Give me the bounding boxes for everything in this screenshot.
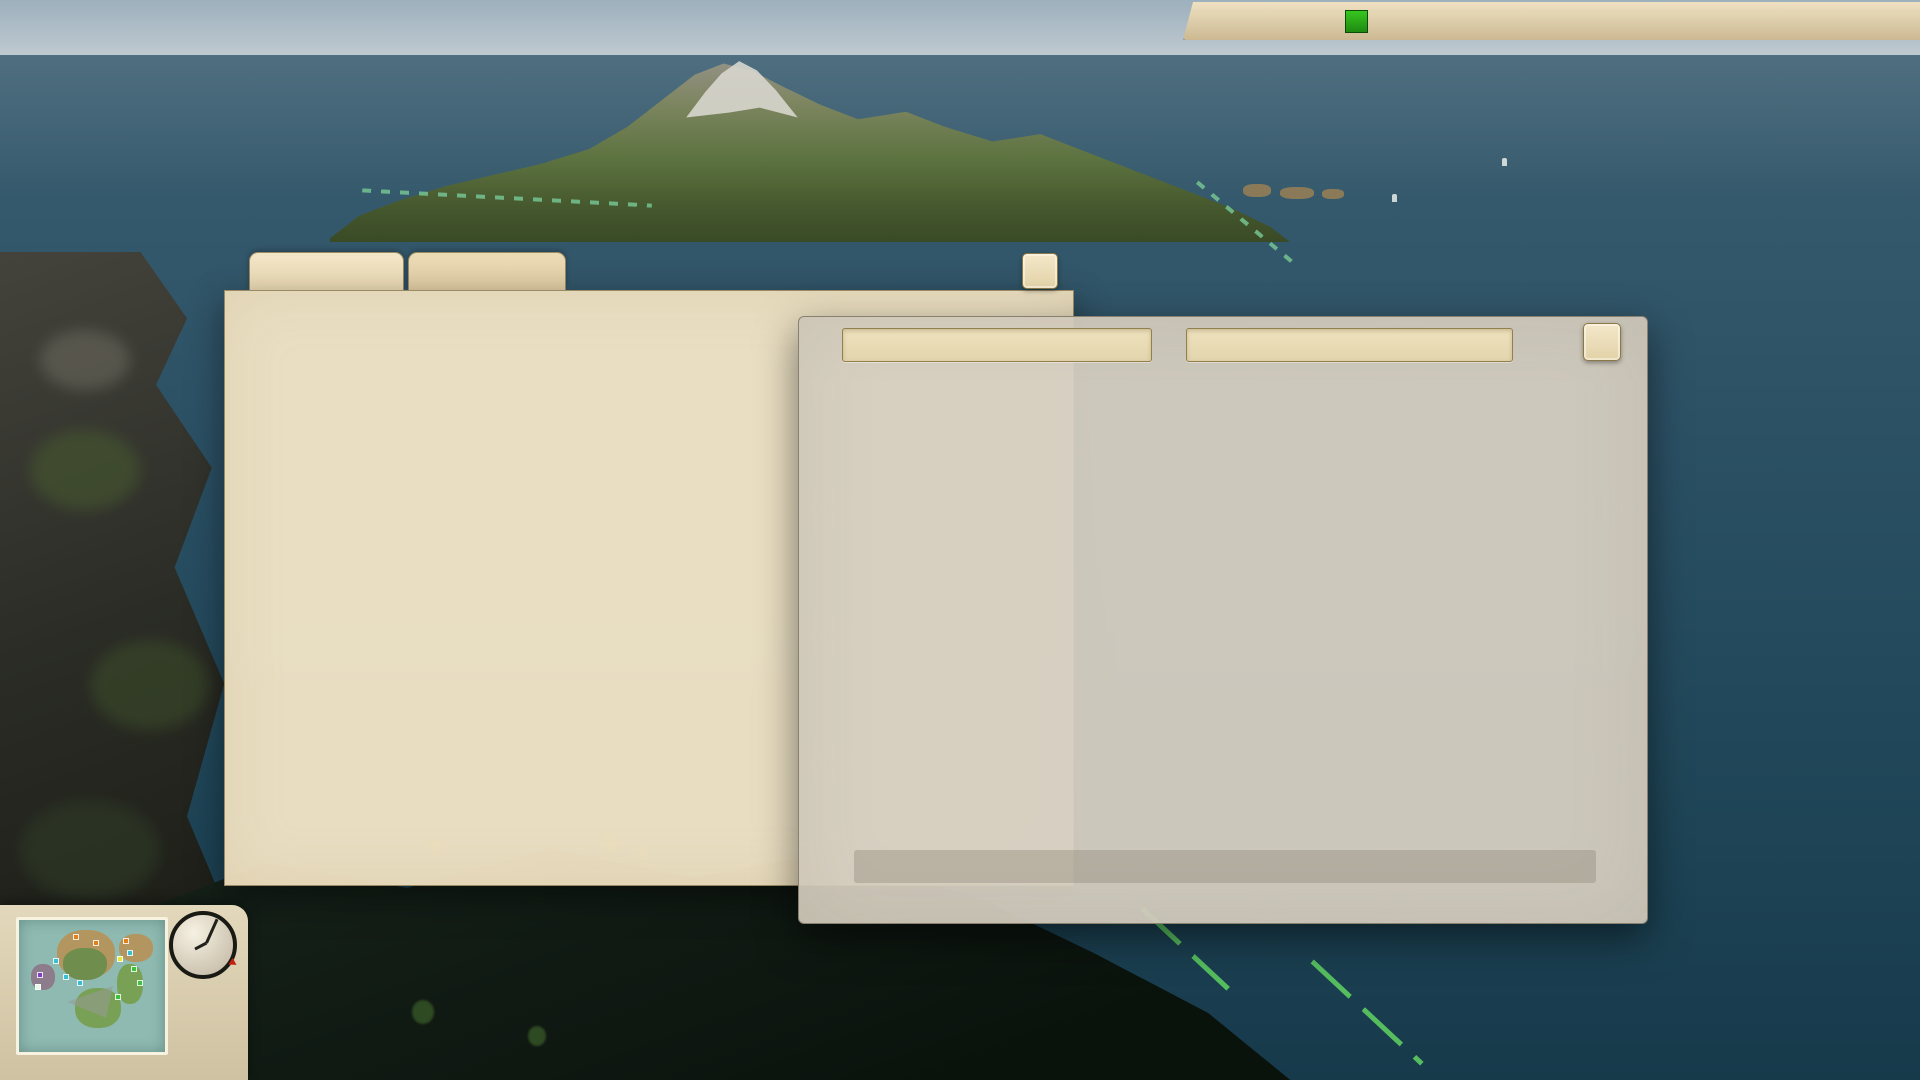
rock-highlight bbox=[40, 330, 130, 390]
grass-patch bbox=[90, 640, 210, 730]
minimap-marker bbox=[63, 974, 69, 980]
minimap-marker bbox=[35, 984, 41, 990]
tree bbox=[412, 1000, 434, 1024]
minimap-island bbox=[63, 948, 107, 980]
period-dropdown[interactable] bbox=[1186, 328, 1513, 362]
clock-hand-long bbox=[205, 919, 218, 944]
clock-hand-short bbox=[194, 942, 207, 951]
chart-close-button[interactable] bbox=[1583, 323, 1621, 361]
minimap-marker bbox=[93, 940, 99, 946]
minimap-panel bbox=[0, 905, 248, 1080]
minimap-marker bbox=[115, 994, 121, 1000]
grass-patch bbox=[30, 430, 140, 510]
minimap-marker bbox=[127, 950, 133, 956]
islet bbox=[1322, 189, 1344, 199]
minimap-marker bbox=[123, 938, 129, 944]
distant-sail bbox=[1502, 158, 1507, 166]
minimap-marker bbox=[37, 972, 43, 978]
cashflow-close-button[interactable] bbox=[1022, 253, 1058, 289]
grass-patch bbox=[20, 800, 160, 900]
minimap-marker bbox=[77, 980, 83, 986]
top-status-bar bbox=[1183, 2, 1920, 40]
compass-clock bbox=[169, 911, 237, 979]
minimap-marker bbox=[137, 980, 143, 986]
compass-red-pointer bbox=[228, 958, 238, 968]
year-column-header bbox=[369, 314, 519, 336]
islet bbox=[1243, 184, 1271, 197]
minimap-marker bbox=[117, 956, 123, 962]
chart-legend bbox=[854, 850, 1596, 883]
networth-panel bbox=[798, 316, 1648, 924]
minimap[interactable] bbox=[16, 917, 168, 1055]
metric-dropdown[interactable] bbox=[842, 328, 1152, 362]
minimap-marker bbox=[131, 966, 137, 972]
networth-chart bbox=[821, 371, 1631, 851]
tree bbox=[528, 1026, 546, 1046]
islet bbox=[1280, 187, 1314, 199]
company-color-chip bbox=[1345, 10, 1368, 33]
minimap-marker bbox=[53, 958, 59, 964]
year-column-header bbox=[527, 314, 652, 336]
game-viewport bbox=[0, 0, 1920, 1080]
minimap-marker bbox=[73, 934, 79, 940]
distant-sail bbox=[1392, 194, 1397, 202]
cashflow-table bbox=[254, 252, 785, 886]
year-column-header bbox=[660, 314, 785, 336]
